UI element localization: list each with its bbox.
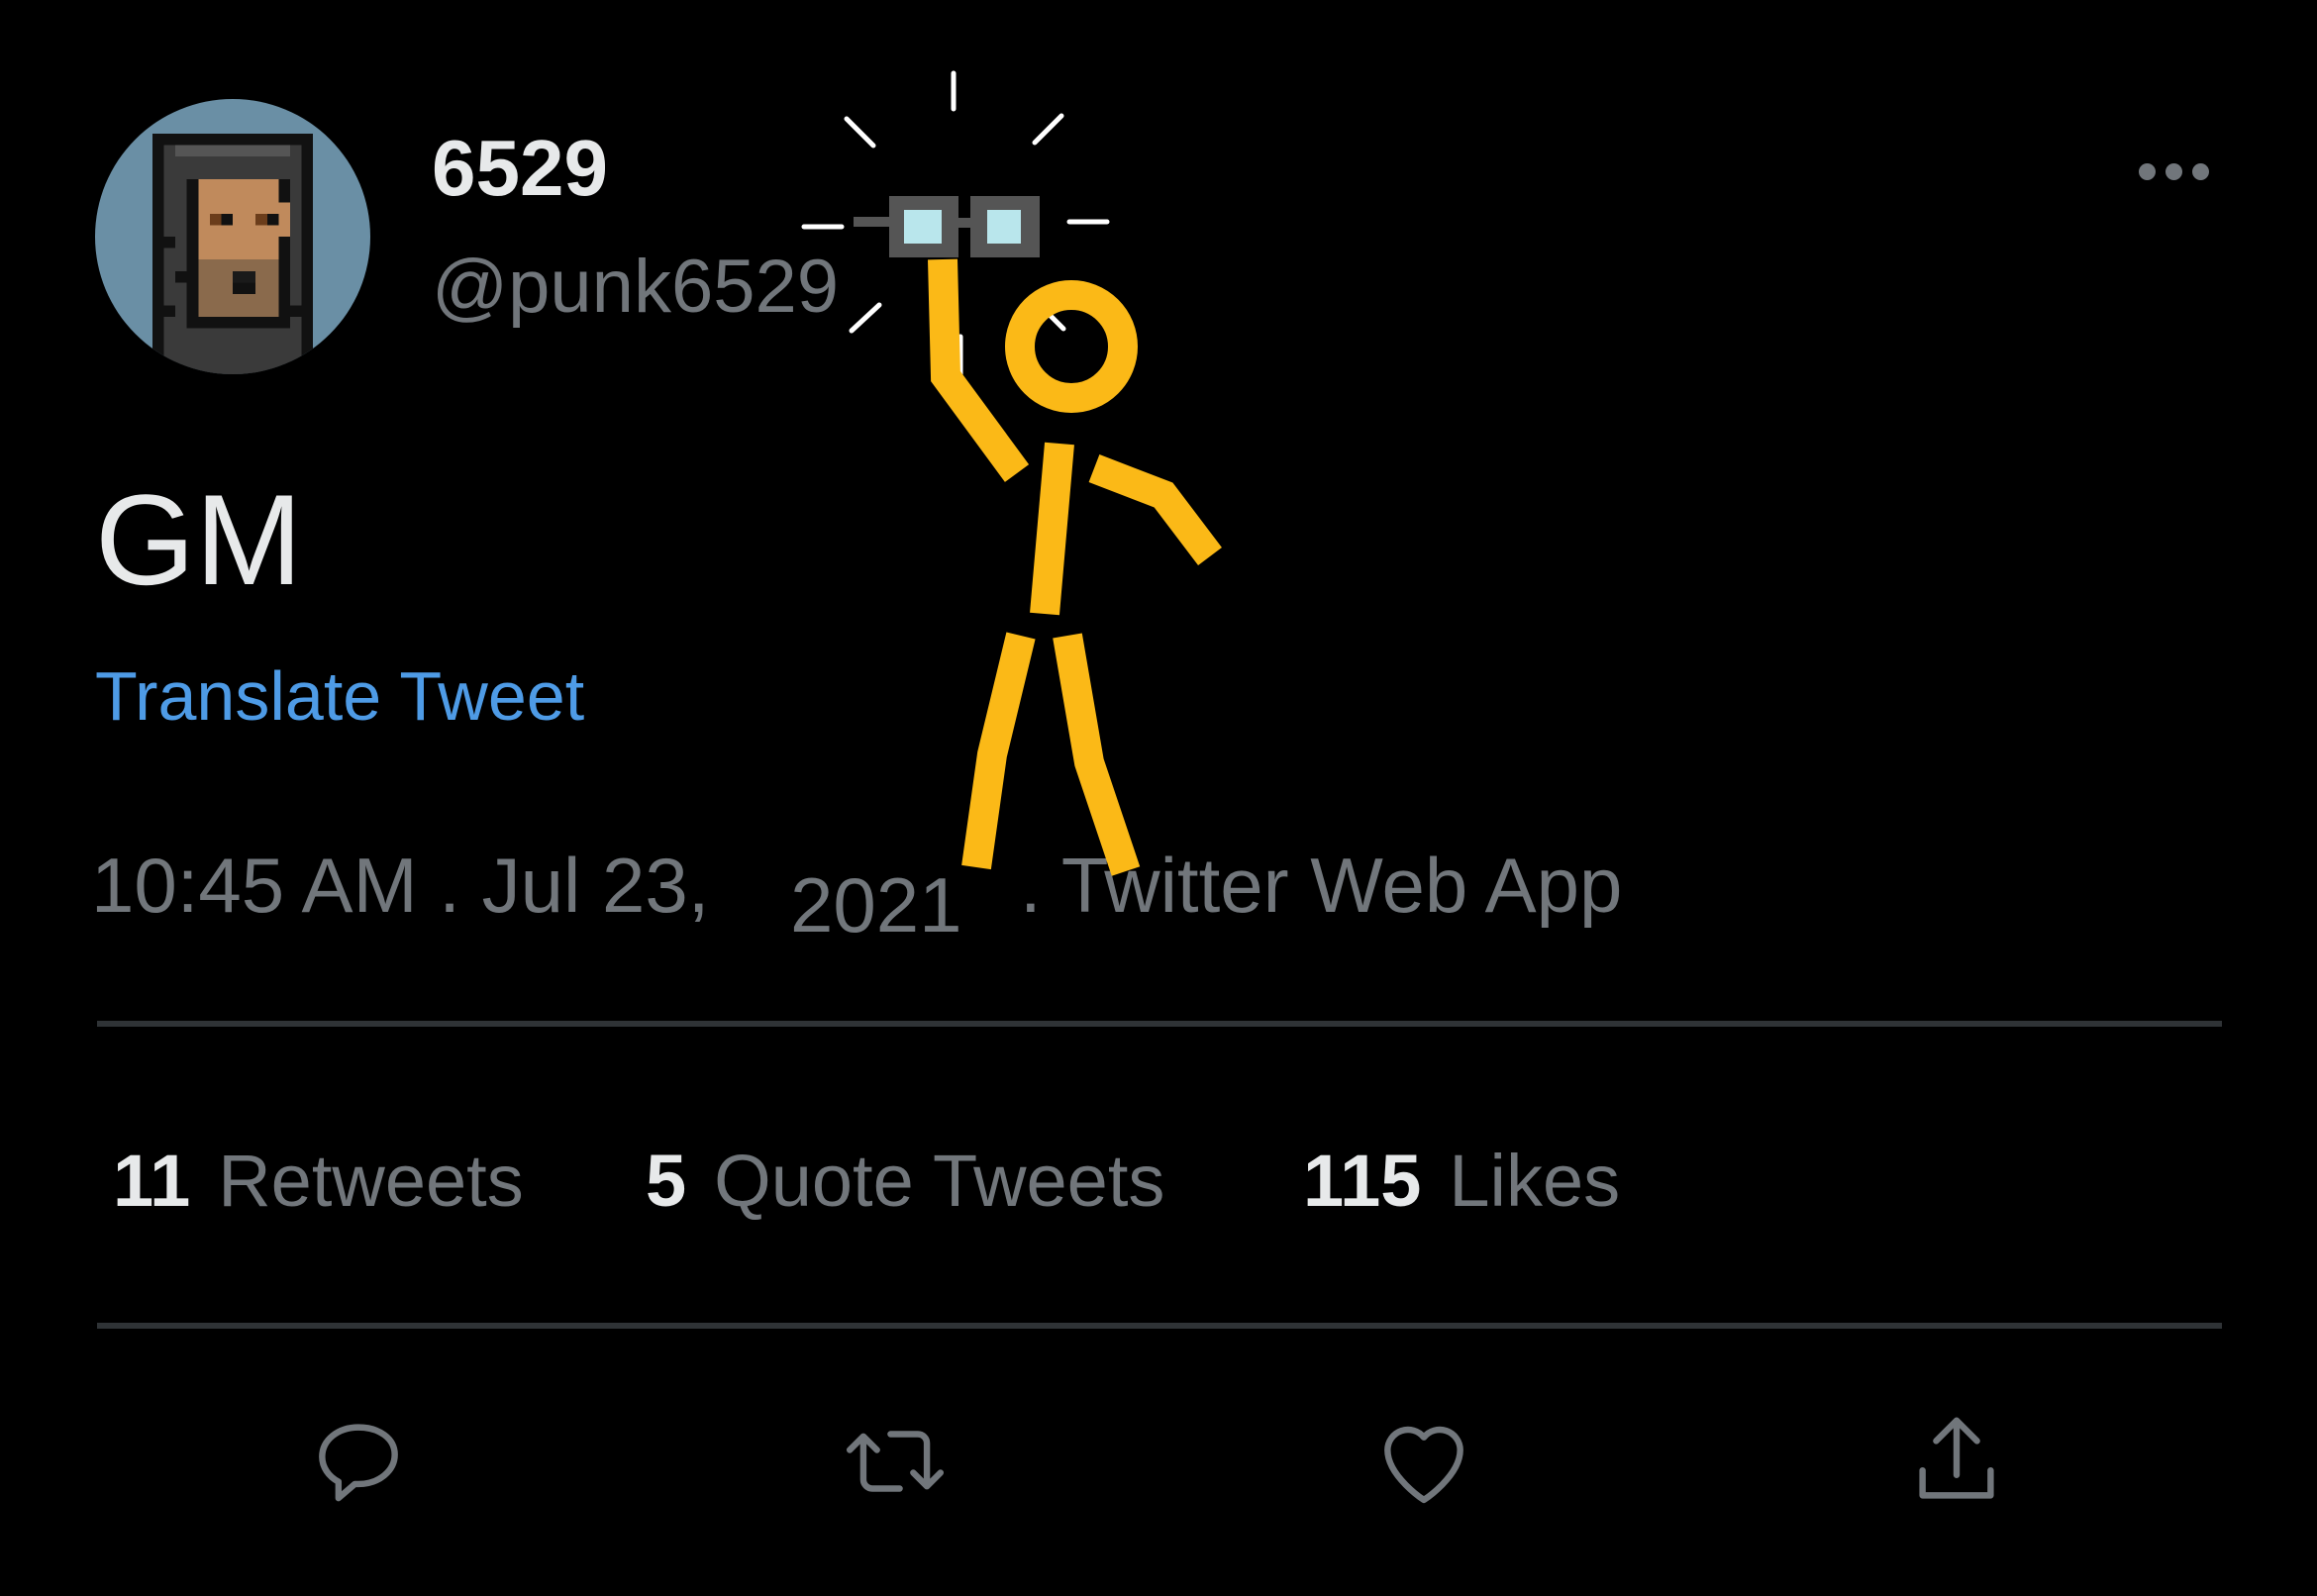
display-name[interactable]: 6529 [432,121,608,216]
tweet-source[interactable]: . Twitter Web App [1020,840,1622,931]
tweet-year[interactable]: 2021 [790,859,962,950]
reply-icon [319,1424,398,1502]
sparkle-lines [801,70,1110,377]
user-handle[interactable]: @punk6529 [432,242,839,333]
stick-body [928,258,1222,876]
translate-tweet-link[interactable]: Translate Tweet [95,653,584,739]
quote-tweets-count: 5 [646,1140,687,1222]
likes-stat[interactable]: 115 Likes [1303,1137,1620,1226]
like-icon [1384,1426,1463,1504]
more-dot [2191,162,2209,180]
divider [97,1021,2222,1027]
avatar[interactable] [95,99,370,374]
like-button[interactable] [1364,1402,1483,1521]
reply-button[interactable] [299,1402,418,1521]
quote-tweets-stat[interactable]: 5 Quote Tweets [646,1137,1164,1226]
retweets-stat[interactable]: 11 Retweets [113,1137,524,1226]
more-dot [2165,162,2182,180]
likes-count: 115 [1303,1140,1422,1222]
more-dot [2138,162,2156,180]
quote-tweets-label: Quote Tweets [714,1140,1165,1222]
tweet-text: GM [95,467,303,612]
retweet-icon [846,1431,945,1492]
more-options-icon[interactable] [2119,147,2228,196]
divider [97,1323,2222,1329]
tweet-timestamp[interactable]: 10:45 AM . Jul 23, [91,840,709,931]
glasses [854,196,1040,257]
share-button[interactable] [1897,1402,2016,1521]
share-icon [1919,1417,1994,1499]
retweets-label: Retweets [218,1140,524,1222]
retweets-count: 11 [113,1140,191,1222]
likes-label: Likes [1449,1140,1621,1222]
retweet-button[interactable] [836,1402,955,1521]
stick-figure-illustration [801,70,1222,876]
cryptopunk-avatar-icon [95,99,370,374]
